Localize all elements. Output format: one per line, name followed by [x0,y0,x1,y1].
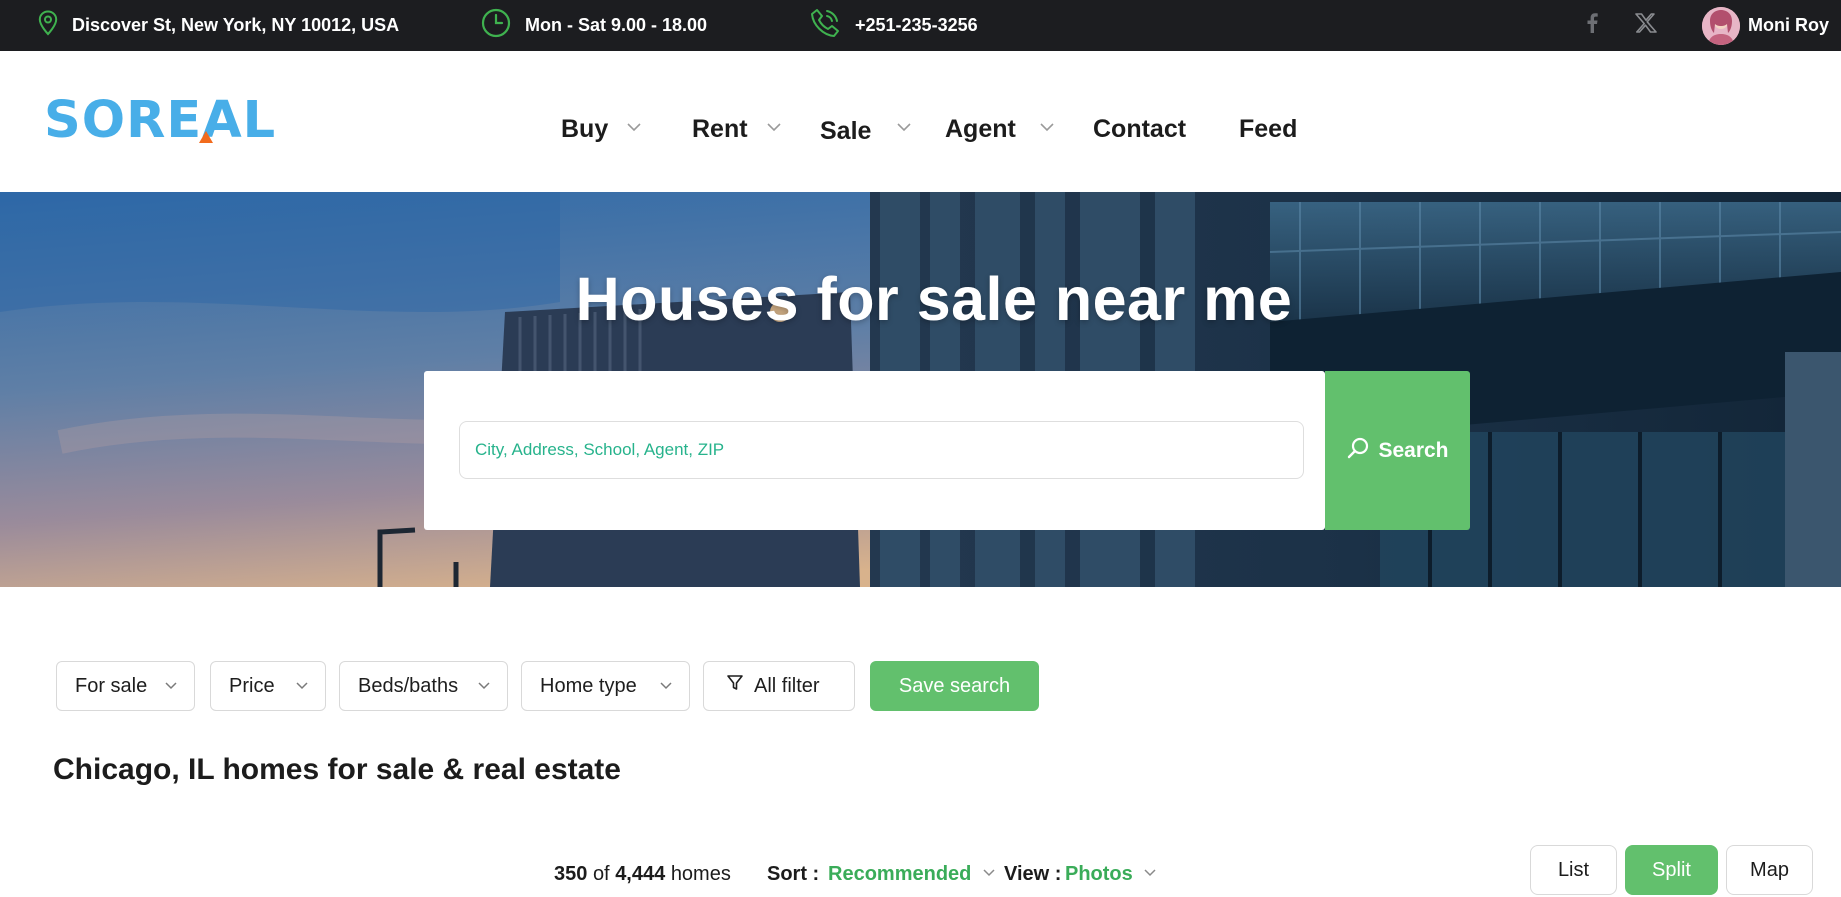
chevron-down-icon [1144,869,1156,877]
results-title: Chicago, IL homes for sale & real estate [53,753,621,786]
filter-price-label: Price [229,674,275,697]
logo[interactable]: SOREAL [44,92,276,148]
map-pin-icon [38,10,58,41]
nav-sale-label: Sale [820,116,872,145]
chevron-down-icon [983,869,995,877]
results-total: 4,444 [615,863,666,885]
hero-banner: Houses for sale near me Search [0,192,1841,587]
search-icon [1346,436,1370,466]
filter-icon [726,674,744,698]
sort-value: Recommended [828,863,972,885]
sort-label: Sort : [767,863,820,885]
phone-icon [809,7,841,44]
phone-text: +251-235-3256 [855,15,978,35]
search-button[interactable]: Search [1325,371,1470,530]
search-button-label: Search [1378,438,1449,462]
filter-home-type[interactable]: Home type [521,661,690,711]
facebook-icon [1584,12,1600,39]
chevron-down-icon [660,682,672,690]
nav-buy-label: Buy [561,114,609,143]
view-dropdown[interactable]: Photos [1065,863,1156,886]
view-label: View : [1004,863,1062,885]
hours-text: Mon - Sat 9.00 - 18.00 [525,15,708,35]
filter-home-type-label: Home type [540,674,637,697]
address-text: Discover St, New York, NY 10012, USA [72,15,400,35]
filter-for-sale[interactable]: For sale [56,661,195,711]
nav-sale[interactable]: Sale [820,111,871,151]
facebook-link[interactable] [1584,0,1600,51]
chevron-down-icon [296,682,308,690]
hours-item: Mon - Sat 9.00 - 18.00 [481,0,707,51]
address-item: Discover St, New York, NY 10012, USA [38,0,399,51]
filter-beds-baths[interactable]: Beds/baths [339,661,508,711]
results-shown: 350 [554,863,588,885]
clock-icon [481,8,511,43]
view-map-button[interactable]: Map [1726,845,1813,895]
search-input[interactable] [459,421,1304,479]
hero-title: Houses for sale near me [575,265,1293,333]
user-menu[interactable]: Moni Roy [1702,0,1829,51]
x-twitter-link[interactable] [1635,0,1657,51]
search-card [424,371,1325,530]
filter-beds-baths-label: Beds/baths [358,674,459,697]
results-of: of [592,863,610,885]
sort-dropdown[interactable]: Recommended [828,863,995,886]
logo-text: SOREAL [44,90,277,150]
top-info-bar: Discover St, New York, NY 10012, USA Mon… [0,0,1841,51]
view-list-button[interactable]: List [1530,845,1617,895]
all-filter-label: All filter [754,674,820,697]
chevron-down-icon [627,123,641,132]
filter-for-sale-label: For sale [75,674,148,697]
chevron-down-icon [897,123,911,132]
avatar [1702,6,1740,45]
nav-contact-label: Contact [1093,114,1187,143]
chevron-down-icon [478,682,490,690]
chevron-down-icon [767,123,781,132]
results-unit: homes [670,863,731,885]
site-header: SOREAL Buy Rent Sale Agent Contact Feed [0,51,1841,192]
nav-feed-label: Feed [1239,114,1298,143]
chevron-down-icon [165,682,177,690]
nav-buy[interactable]: Buy [561,109,608,149]
nav-contact[interactable]: Contact [1093,109,1186,149]
filter-price[interactable]: Price [210,661,326,711]
view-value: Photos [1065,863,1133,885]
all-filter-button[interactable]: All filter [703,661,855,711]
logo-accent-icon [199,131,213,143]
nav-rent[interactable]: Rent [692,109,748,149]
nav-rent-label: Rent [692,114,748,143]
nav-feed[interactable]: Feed [1239,109,1297,149]
user-name: Moni Roy [1748,15,1829,35]
phone-item[interactable]: +251-235-3256 [809,0,978,51]
chevron-down-icon [1040,123,1054,132]
save-search-button[interactable]: Save search [870,661,1039,711]
nav-agent-label: Agent [945,114,1016,143]
view-split-button[interactable]: Split [1625,845,1718,895]
nav-agent[interactable]: Agent [945,109,1016,149]
x-icon [1635,13,1657,38]
results-count: 350 of 4,444 homes [554,863,731,886]
